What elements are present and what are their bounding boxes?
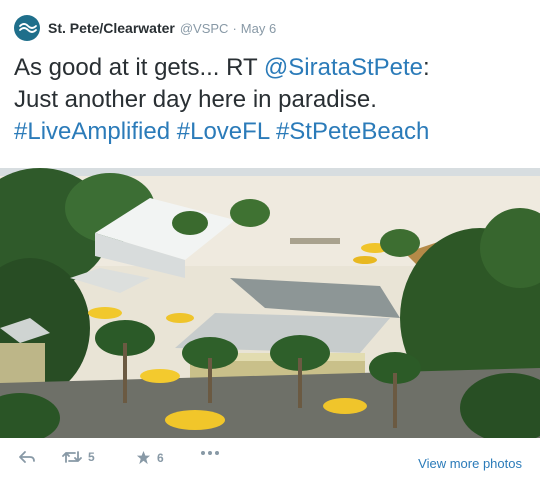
retweet-icon [62, 451, 82, 463]
more-options-button[interactable] [200, 450, 220, 456]
mention-link[interactable]: @SirataStPete [264, 54, 423, 81]
separator-dot: · [232, 20, 237, 36]
hashtag-link[interactable]: #LoveFL [177, 118, 270, 145]
beach-resort-photo [0, 168, 540, 438]
logo-icon [19, 23, 37, 33]
account-handle[interactable]: @VSPC [180, 21, 229, 36]
more-dots-icon [201, 451, 219, 455]
tweet-text-colon: : [423, 54, 430, 81]
tweet-text-prefix: As good at it gets... RT [14, 54, 264, 81]
retweet-count: 5 [88, 450, 95, 464]
tweet-actions: 5 6 View more photos [0, 440, 540, 477]
tweet-text-line2: Just another day here in paradise. [14, 86, 377, 113]
tweet-card: St. Pete/Clearwater @VSPC · May 6 As goo… [0, 0, 540, 477]
account-name[interactable]: St. Pete/Clearwater [48, 20, 175, 36]
reply-icon [19, 451, 35, 463]
tweet-photo[interactable] [0, 168, 540, 438]
favorite-count: 6 [157, 450, 164, 465]
tweet-text: As good at it gets... RT @SirataStPete: … [14, 52, 529, 148]
reply-button[interactable] [18, 450, 36, 464]
view-more-photos-link[interactable]: View more photos [418, 456, 522, 471]
hashtag-link[interactable]: #LiveAmplified [14, 118, 170, 145]
tweet-header: St. Pete/Clearwater @VSPC · May 6 [14, 14, 276, 42]
retweet-button[interactable]: 5 [62, 450, 95, 464]
hashtag-link[interactable]: #StPeteBeach [276, 118, 429, 145]
avatar[interactable] [14, 15, 40, 41]
tweet-timestamp[interactable]: May 6 [241, 21, 276, 36]
star-icon [136, 450, 151, 465]
favorite-button[interactable]: 6 [136, 450, 164, 465]
